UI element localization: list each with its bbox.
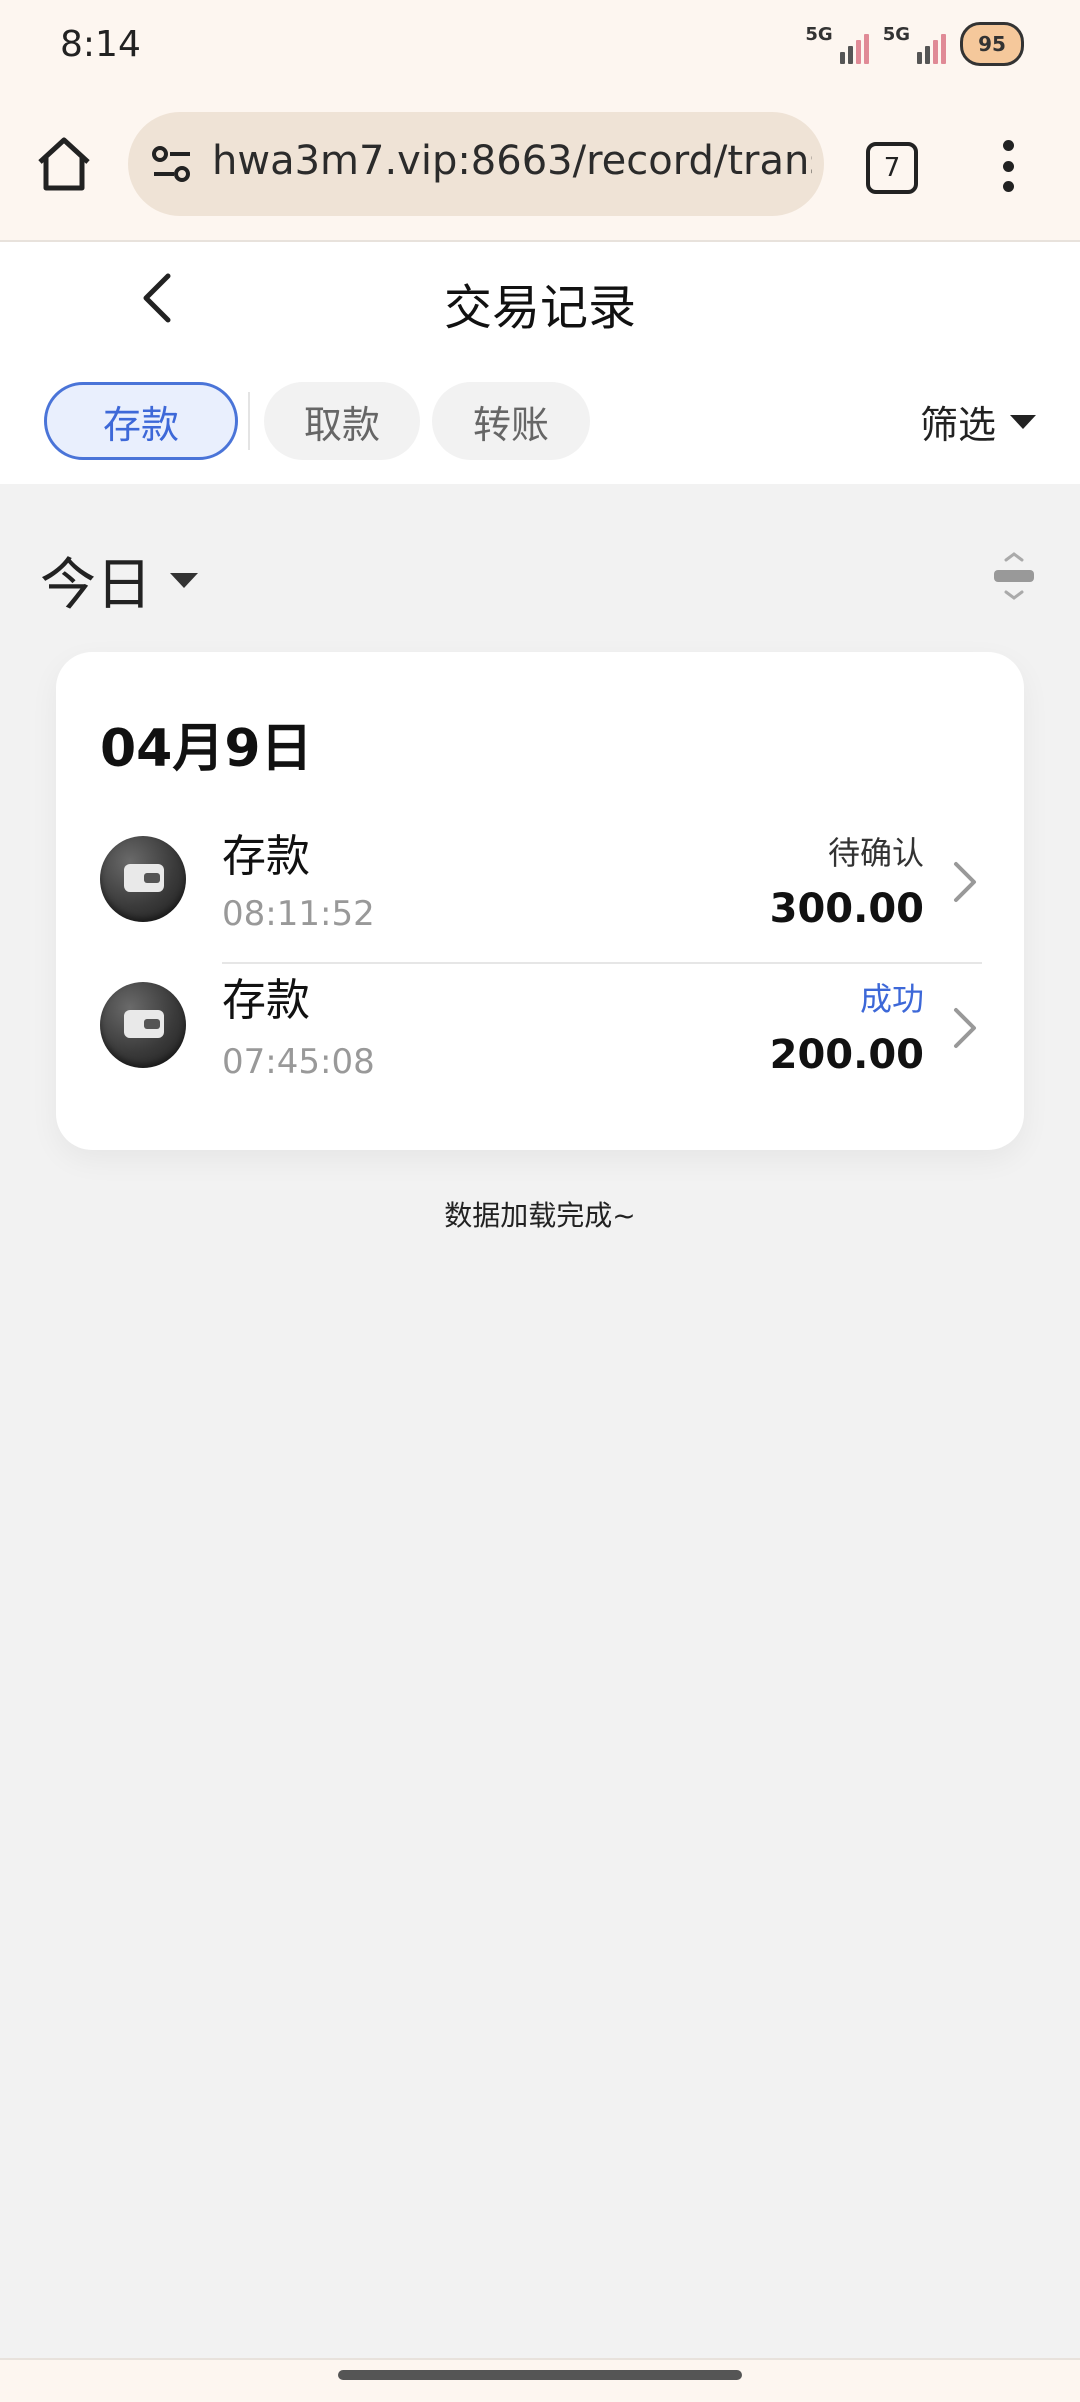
network-type-1: 5G [805,24,833,45]
row-divider [222,962,982,964]
tab-divider [248,392,250,450]
transaction-type: 存款 [222,975,310,1026]
browser-chrome: 8:14 5G 5G 95 hwa3m7.vip:8663/record/tra… [0,0,1080,242]
address-bar[interactable]: hwa3m7.vip:8663/record/trans [128,112,824,216]
home-indicator[interactable] [338,2370,742,2380]
caret-down-icon [170,573,198,588]
period-selector[interactable]: 今日 [40,540,198,621]
tab-withdraw[interactable]: 取款 [264,382,420,460]
load-complete-text: 数据加载完成~ [444,1199,636,1232]
app-header: 交易记录 存款 取款 转账 筛选 [0,242,1080,484]
tab-transfer[interactable]: 转账 [432,382,590,460]
transaction-day-card: 04月9日 存款 08:11:52 待确认 300.00 存款 07:45:08… [56,652,1024,1150]
more-menu-icon[interactable] [1000,140,1016,192]
url-text[interactable]: hwa3m7.vip:8663/record/trans [212,138,812,184]
transaction-amount: 200.00 [769,1032,924,1078]
wallet-icon [100,836,186,922]
sort-toggle-icon[interactable] [990,550,1038,602]
filter-button[interactable]: 筛选 [920,394,1037,449]
transaction-row[interactable]: 存款 08:11:52 待确认 300.00 [56,806,1024,974]
chevron-right-icon [954,1008,976,1048]
transaction-time: 08:11:52 [222,894,375,934]
signal-icon: 5G [883,24,946,64]
network-type-2: 5G [882,24,910,45]
system-nav-bar [0,2358,1080,2402]
status-time: 8:14 [60,24,141,65]
home-icon[interactable] [32,132,96,196]
wallet-icon [100,982,186,1068]
transaction-time: 07:45:08 [222,1042,375,1082]
status-pending: 待确认 [827,834,924,872]
transaction-row[interactable]: 存款 07:45:08 成功 200.00 [56,962,1024,1130]
page-title: 交易记录 [443,280,636,336]
tab-switcher-button[interactable]: 7 [866,142,918,194]
chevron-right-icon [954,862,976,902]
status-icons: 5G 5G 95 [805,22,1024,66]
group-date: 04月9日 [100,719,313,779]
tab-deposit[interactable]: 存款 [44,382,238,460]
period-label: 今日 [40,553,152,618]
status-success: 成功 [859,980,924,1018]
site-settings-icon[interactable] [150,142,194,186]
signal-icon: 5G [805,24,869,64]
caret-down-icon [1010,414,1037,429]
battery-icon: 95 [960,22,1024,66]
transaction-amount: 300.00 [769,886,924,932]
transaction-type: 存款 [222,831,310,882]
filter-label: 筛选 [920,403,997,447]
